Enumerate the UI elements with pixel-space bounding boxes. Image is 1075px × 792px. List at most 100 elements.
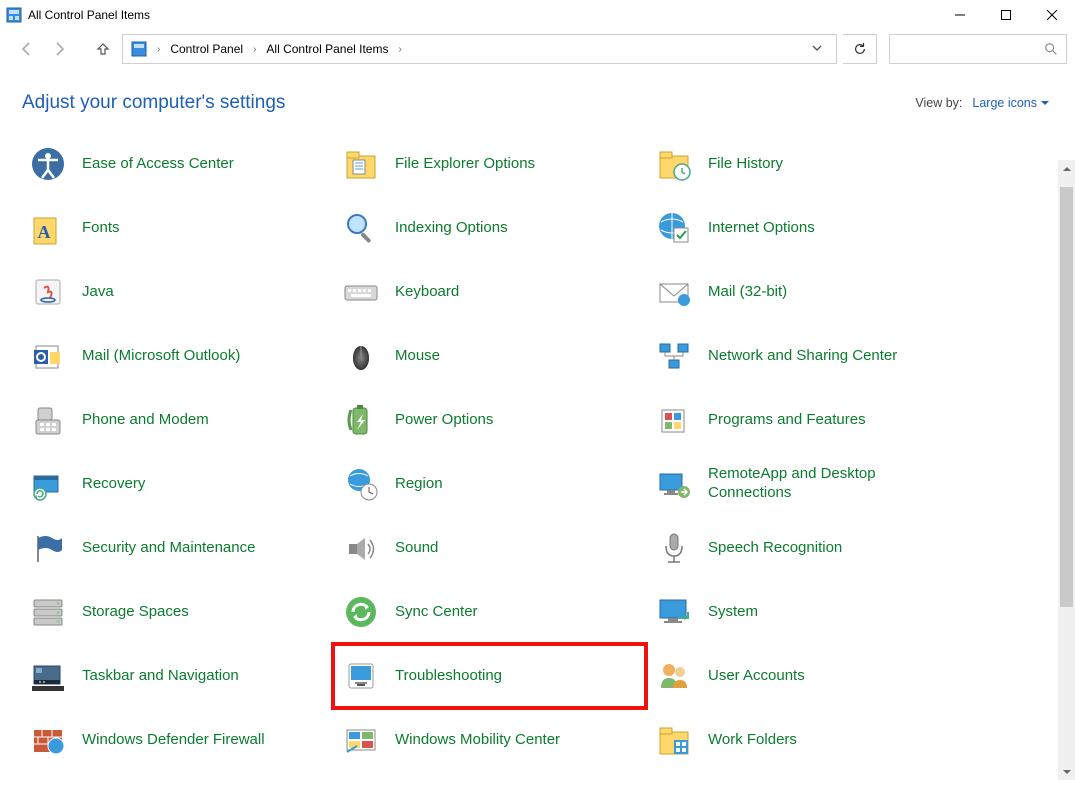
sync-icon (337, 592, 385, 632)
panel-item[interactable]: Speech Recognition (646, 516, 959, 580)
drives-icon (24, 592, 72, 632)
panel-item[interactable]: Windows Defender Firewall (20, 708, 333, 772)
breadcrumb-item[interactable]: Control Panel (166, 40, 247, 58)
panel-item-label: RemoteApp and Desktop Connections (698, 465, 928, 503)
chevron-right-icon[interactable]: › (249, 44, 260, 55)
window-title: All Control Panel Items (28, 8, 150, 22)
panel-item[interactable]: User Accounts (646, 644, 959, 708)
panel-item-label: Mail (32-bit) (698, 283, 787, 302)
app-icon (6, 7, 22, 23)
items-grid: Ease of Access Center File Explorer Optio… (20, 132, 1055, 772)
panel-item[interactable]: Indexing Options (333, 196, 646, 260)
panel-item[interactable]: Recovery (20, 452, 333, 516)
java-icon (24, 272, 72, 312)
search-input[interactable] (889, 34, 1067, 64)
panel-item-label: Taskbar and Navigation (72, 667, 239, 686)
panel-item[interactable]: Taskbar and Navigation (20, 644, 333, 708)
scroll-up-button[interactable] (1058, 160, 1075, 177)
panel-item[interactable]: Phone and Modem (20, 388, 333, 452)
panel-item[interactable]: Fonts (20, 196, 333, 260)
keyboard-icon (337, 272, 385, 312)
panel-item[interactable]: File Explorer Options (333, 132, 646, 196)
panel-item[interactable]: Power Options (333, 388, 646, 452)
forward-button[interactable] (46, 36, 72, 62)
panel-item[interactable]: File History (646, 132, 959, 196)
refresh-button[interactable] (843, 34, 877, 64)
panel-item[interactable]: Mouse (333, 324, 646, 388)
mobility-icon (337, 720, 385, 760)
folder-options-icon (337, 144, 385, 184)
accessibility-icon (24, 144, 72, 184)
panel-item-label: Sync Center (385, 603, 478, 622)
network-icon (650, 336, 698, 376)
folder-clock-icon (650, 144, 698, 184)
microphone-icon (650, 528, 698, 568)
panel-item[interactable]: Work Folders (646, 708, 959, 772)
title-bar: All Control Panel Items (0, 0, 1075, 30)
up-button[interactable] (90, 36, 116, 62)
panel-item[interactable]: Internet Options (646, 196, 959, 260)
panel-item-label: Windows Mobility Center (385, 731, 560, 750)
recovery-icon (24, 464, 72, 504)
panel-item[interactable]: Keyboard (333, 260, 646, 324)
chevron-right-icon[interactable]: › (153, 44, 164, 55)
content-header: Adjust your computer's settings View by:… (0, 68, 1075, 126)
panel-item[interactable]: RemoteApp and Desktop Connections (646, 452, 959, 516)
magnifier-icon (337, 208, 385, 248)
chevron-right-icon[interactable]: › (394, 44, 405, 55)
panel-item-label: Work Folders (698, 731, 797, 750)
panel-item[interactable]: Ease of Access Center (20, 132, 333, 196)
panel-item-label: File Explorer Options (385, 155, 535, 174)
fonts-icon (24, 208, 72, 248)
programs-icon (650, 400, 698, 440)
workfolders-icon (650, 720, 698, 760)
panel-item-label: Internet Options (698, 219, 815, 238)
panel-item[interactable]: Storage Spaces (20, 580, 333, 644)
panel-item-label: Network and Sharing Center (698, 347, 897, 366)
panel-item-label: Recovery (72, 475, 145, 494)
panel-item[interactable]: Sound (333, 516, 646, 580)
back-button[interactable] (14, 36, 40, 62)
vertical-scrollbar[interactable] (1058, 160, 1075, 780)
scroll-thumb[interactable] (1060, 187, 1073, 607)
scroll-track[interactable] (1058, 177, 1075, 763)
troubleshoot-icon (337, 656, 385, 696)
panel-item[interactable]: Mail (32-bit) (646, 260, 959, 324)
panel-item-label: Fonts (72, 219, 120, 238)
mouse-icon (337, 336, 385, 376)
panel-item[interactable]: Programs and Features (646, 388, 959, 452)
panel-item[interactable]: System (646, 580, 959, 644)
panel-item[interactable]: Mail (Microsoft Outlook) (20, 324, 333, 388)
viewby-dropdown[interactable]: Large icons (972, 96, 1049, 110)
breadcrumb-bar[interactable]: › Control Panel › All Control Panel Item… (122, 34, 837, 64)
minimize-button[interactable] (937, 0, 983, 30)
panel-item[interactable]: Security and Maintenance (20, 516, 333, 580)
panel-item[interactable]: Region (333, 452, 646, 516)
panel-item[interactable]: Network and Sharing Center (646, 324, 959, 388)
breadcrumb-dropdown[interactable] (802, 42, 832, 56)
taskbar-icon (24, 656, 72, 696)
maximize-button[interactable] (983, 0, 1029, 30)
caret-down-icon (1041, 99, 1049, 107)
panel-item-label: Power Options (385, 411, 493, 430)
monitor-icon (650, 592, 698, 632)
viewby-label: View by: (915, 96, 962, 110)
breadcrumb-item[interactable]: All Control Panel Items (262, 40, 392, 58)
close-button[interactable] (1029, 0, 1075, 30)
panel-item-label: Speech Recognition (698, 539, 842, 558)
panel-item-label: Ease of Access Center (72, 155, 234, 174)
page-heading: Adjust your computer's settings (22, 92, 915, 114)
viewby-value-text: Large icons (972, 96, 1037, 110)
panel-item-label: Programs and Features (698, 411, 866, 430)
panel-item[interactable]: Windows Mobility Center (333, 708, 646, 772)
panel-item-label: Security and Maintenance (72, 539, 255, 558)
firewall-icon (24, 720, 72, 760)
panel-item[interactable]: Java (20, 260, 333, 324)
scroll-down-button[interactable] (1058, 763, 1075, 780)
panel-item[interactable]: Sync Center (333, 580, 646, 644)
flag-icon (24, 528, 72, 568)
panel-item[interactable]: Troubleshooting (333, 644, 646, 708)
panel-item-label: Storage Spaces (72, 603, 189, 622)
breadcrumb-icon (131, 41, 147, 57)
panel-item-label: Region (385, 475, 443, 494)
